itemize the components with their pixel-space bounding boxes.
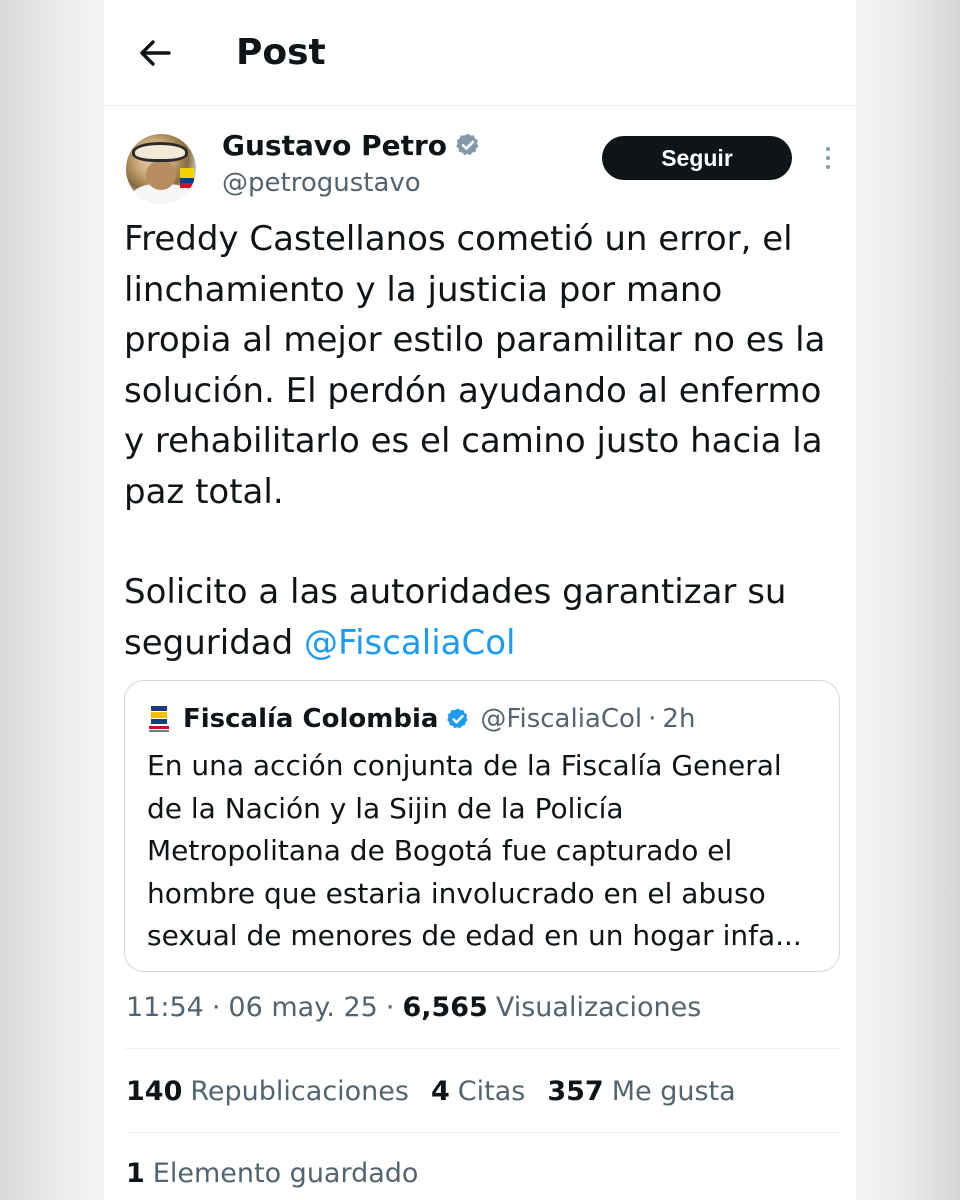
divider [124, 1048, 840, 1049]
quoted-timestamp: 2h [662, 704, 696, 734]
fiscalia-logo-icon [147, 704, 171, 734]
reposts-label: Republicaciones [190, 1075, 409, 1107]
quotes-count: 4 [430, 1075, 450, 1107]
reposts-count: 140 [126, 1075, 183, 1107]
quoted-post-text: En una acción conjunta de la Fiscalía Ge… [147, 749, 802, 952]
likes-label: Me gusta [611, 1075, 736, 1107]
likes-count: 357 [547, 1075, 604, 1107]
bookmarks-label: Elemento guardado [152, 1157, 419, 1189]
divider [124, 1132, 840, 1133]
bookmarks-stat[interactable]: 1 Elemento guardado [126, 1150, 418, 1196]
mention-link[interactable]: @FiscaliaCol [304, 623, 516, 663]
post-time: 11:54 [126, 991, 204, 1023]
quoted-author-handle: @FiscaliaCol [480, 704, 643, 734]
post-screen: Post Gustavo Petro @petrogustavo Seguir [104, 0, 856, 1200]
quotes-stat[interactable]: 4 Citas [431, 1076, 525, 1107]
bookmarks-count: 1 [126, 1157, 145, 1189]
meta-separator: · [211, 991, 221, 1023]
post-paragraph-2: Solicito a las autoridades garantizar su… [124, 567, 834, 668]
views-label: Visualizaciones [495, 991, 702, 1023]
engagement-stats: 140 Republicaciones 4 Citas 357 Me gusta [126, 1068, 758, 1114]
verified-badge-icon [455, 132, 481, 158]
reposts-stat[interactable]: 140 Republicaciones [126, 1076, 409, 1107]
top-bar: Post [104, 0, 856, 106]
likes-stat[interactable]: 357 Me gusta [547, 1076, 735, 1107]
post-date: 06 may. 25 [228, 991, 378, 1023]
quoted-separator: · [648, 704, 657, 734]
verified-badge-icon [446, 707, 470, 731]
more-vertical-icon[interactable] [818, 138, 838, 178]
post-paragraph-1: Freddy Castellanos cometió un error, el … [124, 219, 826, 512]
author-name-block: Gustavo Petro @petrogustavo [222, 124, 481, 198]
author-row: Gustavo Petro @petrogustavo Seguir [122, 124, 838, 204]
quoted-post-header: Fiscalía Colombia @FiscaliaCol · 2h [147, 701, 817, 737]
meta-separator: · [385, 991, 395, 1023]
avatar[interactable] [126, 134, 196, 204]
views-count: 6,565 [402, 991, 488, 1023]
quotes-label: Citas [457, 1075, 526, 1107]
follow-button[interactable]: Seguir [602, 136, 792, 180]
arrow-left-icon[interactable] [138, 36, 172, 70]
quoted-post-card[interactable]: Fiscalía Colombia @FiscaliaCol · 2h En u… [124, 680, 840, 972]
post-text: Freddy Castellanos cometió un error, el … [124, 214, 834, 668]
page-title: Post [236, 32, 326, 73]
author-handle[interactable]: @petrogustavo [222, 168, 481, 198]
post-meta: 11:54 · 06 may. 25 · 6,565 Visualizacion… [126, 985, 701, 1029]
quoted-author-name: Fiscalía Colombia [183, 704, 439, 734]
author-name[interactable]: Gustavo Petro [222, 129, 447, 162]
